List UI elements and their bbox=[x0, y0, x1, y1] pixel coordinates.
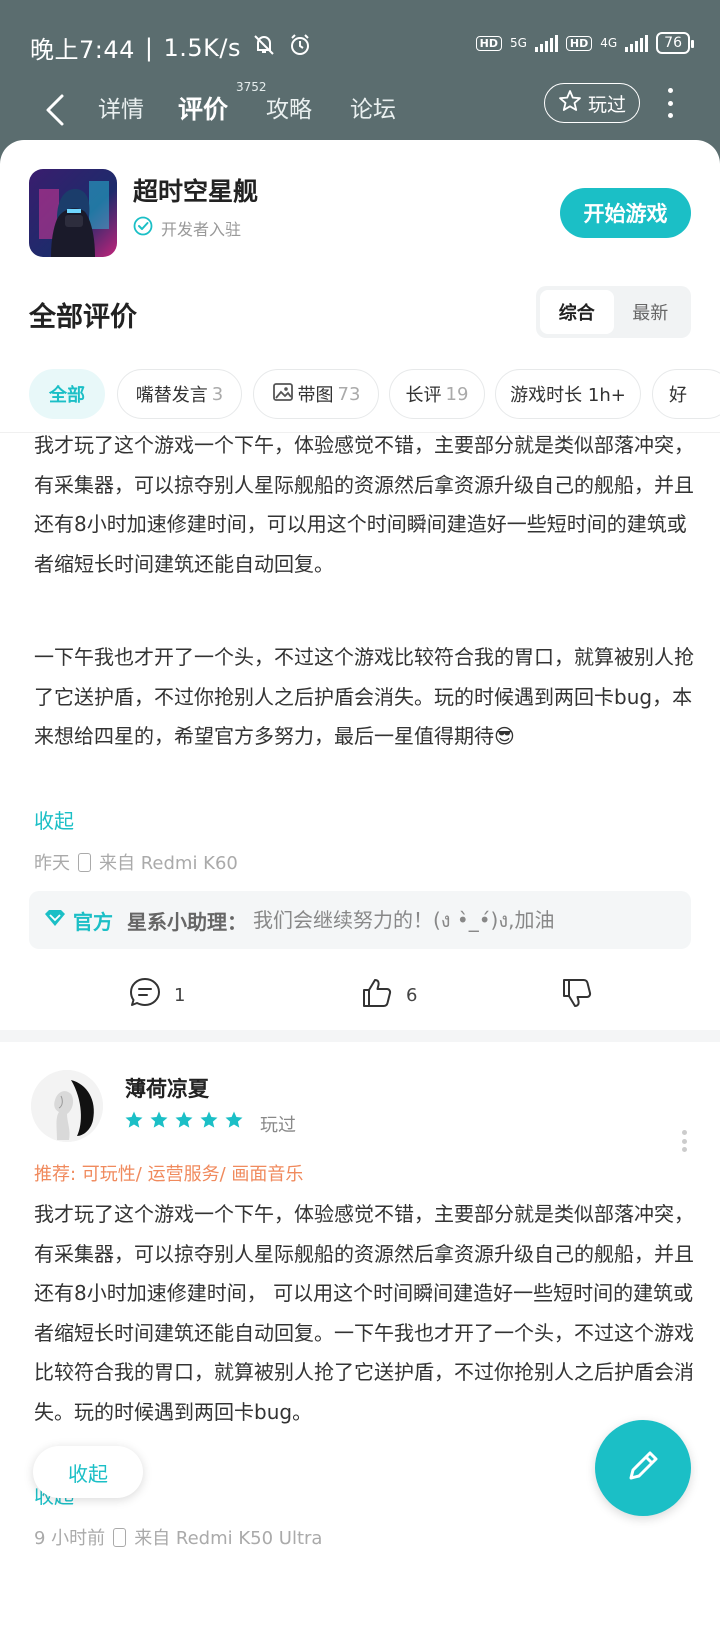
tab-guides[interactable]: 攻略 bbox=[266, 90, 312, 124]
star-rating bbox=[124, 1110, 244, 1134]
filter-label: 游戏时长 1h+ bbox=[510, 385, 626, 406]
review-meta: 昨天 来自 Redmi K60 bbox=[34, 849, 238, 875]
hd-badge: HD bbox=[565, 35, 593, 51]
sort-comprehensive[interactable]: 综合 bbox=[540, 290, 614, 334]
like-button[interactable]: 6 bbox=[360, 976, 417, 1015]
review-actions: 1 6 bbox=[0, 966, 720, 1022]
status-left: 晚上7:44 | 1.5K/s bbox=[30, 30, 313, 65]
filter-label: 长评 bbox=[405, 385, 442, 406]
sort-latest[interactable]: 最新 bbox=[614, 290, 688, 334]
tab-forum[interactable]: 论坛 bbox=[350, 90, 396, 124]
filter-label: 嘴替发言 bbox=[135, 385, 208, 406]
review-count: 3752 bbox=[236, 80, 267, 94]
hd-badge: HD bbox=[475, 35, 502, 51]
thumbs-down-icon bbox=[560, 976, 594, 1015]
section-divider bbox=[0, 1030, 720, 1042]
review-device: 来自 Redmi K50 Ultra bbox=[134, 1528, 323, 1549]
developer-status: 开发者入驻 bbox=[133, 216, 241, 240]
official-message: 我们会继续努力的！(ง •̀_•́)ง,加油 bbox=[253, 908, 555, 932]
start-game-button[interactable]: 开始游戏 bbox=[560, 188, 691, 238]
collapse-link[interactable]: 收起 bbox=[34, 805, 74, 834]
avatar[interactable] bbox=[31, 1070, 103, 1142]
review-text: 我才玩了这个游戏一个下午，体验感觉不错，主要部分就是类似部落冲突，有采集器，可以… bbox=[34, 433, 694, 576]
official-name: 星系小助理： bbox=[127, 909, 247, 934]
review-meta: 9 小时前 来自 Redmi K50 Ultra bbox=[34, 1524, 322, 1550]
filter-playtime[interactable]: 游戏时长 1h+ bbox=[495, 369, 641, 419]
recommend-tags: 推荐: 可玩性/ 运营服务/ 画面音乐 bbox=[34, 1164, 304, 1185]
like-count: 6 bbox=[406, 985, 418, 1006]
star-icon bbox=[149, 1110, 169, 1134]
status-separator: | bbox=[144, 33, 154, 62]
played-button[interactable]: 玩过 bbox=[544, 83, 640, 123]
pencil-icon bbox=[621, 1444, 665, 1492]
phone-icon bbox=[78, 852, 91, 872]
all-reviews-title: 全部评价 bbox=[29, 302, 137, 333]
game-icon[interactable] bbox=[29, 169, 117, 257]
network-type: 5G bbox=[509, 36, 527, 50]
comment-button[interactable]: 1 bbox=[128, 976, 185, 1015]
filter-chips: 全部 嘴替发言 3 带图 73 长评 19 游戏时长 1h+ 好 bbox=[29, 369, 720, 421]
filter-label: 好 bbox=[669, 385, 687, 406]
dislike-button[interactable] bbox=[560, 976, 594, 1015]
review-text: 我才玩了这个游戏一个下午，体验感觉不错，主要部分就是类似部落冲突， 有采集器，可… bbox=[34, 1202, 694, 1424]
status-speed: 1.5K/s bbox=[163, 33, 241, 62]
review-time: 昨天 bbox=[34, 853, 70, 874]
tab-reviews[interactable]: 评价 bbox=[178, 90, 228, 126]
developer-status-label: 开发者入驻 bbox=[161, 220, 242, 239]
sort-toggle: 综合 最新 bbox=[536, 286, 691, 338]
review-time: 9 小时前 bbox=[34, 1528, 106, 1549]
tab-details[interactable]: 详情 bbox=[98, 90, 144, 124]
heart-icon bbox=[43, 908, 67, 933]
signal-icon bbox=[625, 34, 649, 52]
signal-icon bbox=[534, 34, 558, 52]
star-icon bbox=[224, 1110, 244, 1134]
filter-all[interactable]: 全部 bbox=[29, 369, 105, 419]
verified-icon bbox=[133, 216, 153, 240]
battery-icon: 76 bbox=[656, 32, 694, 54]
played-status: 玩过 bbox=[260, 1115, 296, 1136]
star-icon bbox=[199, 1110, 219, 1134]
filter-long-review[interactable]: 长评 19 bbox=[389, 369, 485, 419]
filter-with-images[interactable]: 带图 73 bbox=[253, 369, 379, 419]
star-icon bbox=[174, 1110, 194, 1134]
game-name: 超时空星舰 bbox=[133, 177, 259, 206]
filter-count: 73 bbox=[337, 383, 361, 405]
more-icon[interactable] bbox=[660, 88, 680, 118]
status-time: 晚上7:44 bbox=[30, 36, 135, 64]
official-tag: 官方 bbox=[73, 909, 113, 934]
floating-collapse-button[interactable]: 收起 bbox=[33, 1446, 143, 1498]
filter-spokesperson[interactable]: 嘴替发言 3 bbox=[117, 369, 242, 419]
more-icon[interactable] bbox=[680, 1130, 688, 1152]
status-right: HD 5G HD 4G 76 bbox=[475, 32, 694, 54]
star-icon bbox=[124, 1110, 144, 1134]
back-icon[interactable] bbox=[38, 88, 78, 132]
image-icon bbox=[272, 381, 294, 408]
star-plus-icon bbox=[558, 89, 582, 118]
review-text: 一下午我也才开了一个头，不过这个游戏比较符合我的胃口，就算被别人抢了它送护盾，不… bbox=[34, 645, 694, 748]
comment-count: 1 bbox=[174, 985, 186, 1006]
filter-count: 19 bbox=[445, 383, 469, 405]
mute-icon bbox=[251, 32, 277, 64]
write-review-button[interactable] bbox=[595, 1420, 691, 1516]
filter-label: 全部 bbox=[49, 385, 85, 406]
filter-label: 带图 bbox=[297, 385, 334, 406]
played-label: 玩过 bbox=[587, 93, 626, 116]
top-nav: 详情 评价 3752 攻略 论坛 玩过 bbox=[0, 80, 720, 140]
filter-good[interactable]: 好 bbox=[652, 369, 720, 419]
network-type: 4G bbox=[600, 36, 618, 50]
filter-count: 3 bbox=[211, 383, 224, 405]
review-sheet: 超时空星舰 开发者入驻 开始游戏 全部评价 综合 最新 全部 嘴替发言 3 带图… bbox=[0, 140, 720, 1640]
official-reply[interactable]: 官方 星系小助理： 我们会继续努力的！(ง •̀_•́)ง,加油 bbox=[29, 891, 691, 949]
alarm-icon bbox=[287, 32, 313, 64]
thumbs-up-icon bbox=[360, 976, 394, 1015]
phone-icon bbox=[113, 1527, 127, 1547]
username[interactable]: 薄荷凉夏 bbox=[125, 1073, 209, 1103]
comment-icon bbox=[128, 976, 162, 1015]
review-device: 来自 Redmi K60 bbox=[99, 853, 238, 874]
status-bar: 晚上7:44 | 1.5K/s HD 5G HD 4G 76 bbox=[0, 0, 720, 80]
